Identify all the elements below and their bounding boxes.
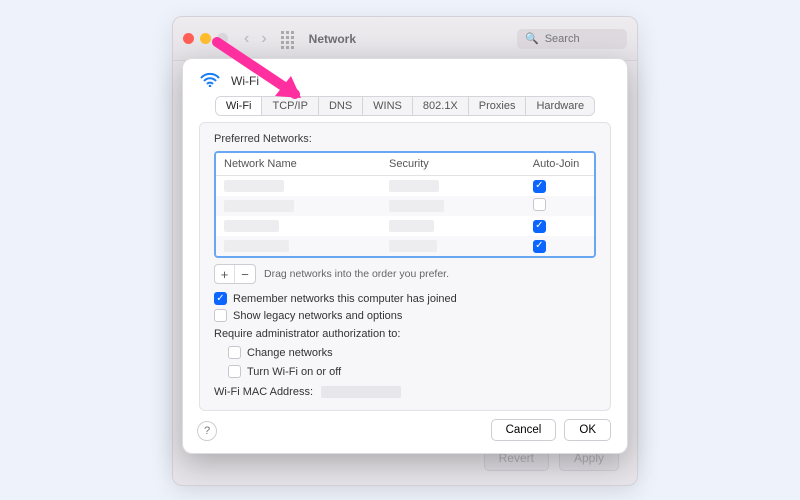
col-auto-join: Auto-Join <box>525 153 594 175</box>
tab-wins[interactable]: WINS <box>363 97 413 115</box>
autojoin-checkbox[interactable] <box>533 198 546 211</box>
table-row[interactable] <box>216 196 594 216</box>
add-remove-group: + − <box>214 264 256 284</box>
titlebar: ‹ › Network 🔍 <box>173 17 637 61</box>
ok-button[interactable]: OK <box>564 419 611 441</box>
help-button[interactable]: ? <box>197 421 217 441</box>
add-network-button[interactable]: + <box>215 265 235 283</box>
autojoin-checkbox[interactable] <box>533 220 546 233</box>
col-security: Security <box>381 153 525 175</box>
back-icon[interactable]: ‹ <box>244 31 249 47</box>
remember-networks-checkbox[interactable] <box>214 292 227 305</box>
search-input[interactable] <box>543 32 613 46</box>
table-row[interactable] <box>216 176 594 196</box>
preferred-networks-table[interactable]: Network Name Security Auto-Join <box>214 151 596 258</box>
table-row[interactable] <box>216 236 594 256</box>
wifi-icon <box>199 71 221 90</box>
remember-networks-label: Remember networks this computer has join… <box>233 293 457 305</box>
tab-dns[interactable]: DNS <box>319 97 363 115</box>
close-window[interactable] <box>183 33 194 44</box>
show-legacy-label: Show legacy networks and options <box>233 310 402 322</box>
tab-hardware[interactable]: Hardware <box>526 97 594 115</box>
tab-proxies[interactable]: Proxies <box>469 97 527 115</box>
wifi-pane: Preferred Networks: Network Name Securit… <box>199 122 611 411</box>
zoom-window[interactable] <box>217 33 228 44</box>
col-network-name: Network Name <box>216 153 381 175</box>
admin-toggle-wifi-label: Turn Wi-Fi on or off <box>247 366 341 378</box>
network-advanced-sheet: Wi-Fi Wi-Fi TCP/IP DNS WINS 802.1X Proxi… <box>182 58 628 454</box>
search-field[interactable]: 🔍 <box>517 29 627 49</box>
admin-change-networks-label: Change networks <box>247 347 333 359</box>
table-row[interactable] <box>216 216 594 236</box>
drag-hint: Drag networks into the order you prefer. <box>264 268 449 280</box>
mac-address-label: Wi-Fi MAC Address: <box>214 386 313 398</box>
admin-change-networks-checkbox[interactable] <box>228 346 241 359</box>
tab-wifi[interactable]: Wi-Fi <box>216 97 263 115</box>
nav-chevrons: ‹ › <box>244 31 267 47</box>
window-title: Network <box>309 32 356 46</box>
interface-name: Wi-Fi <box>231 74 259 88</box>
admin-toggle-wifi-checkbox[interactable] <box>228 365 241 378</box>
mac-address-value <box>321 386 401 398</box>
autojoin-checkbox[interactable] <box>533 180 546 193</box>
search-icon: 🔍 <box>525 32 539 45</box>
admin-auth-label: Require administrator authorization to: <box>214 328 400 340</box>
tab-tcpip[interactable]: TCP/IP <box>262 97 318 115</box>
show-all-icon[interactable] <box>281 31 297 47</box>
forward-icon[interactable]: › <box>261 31 266 47</box>
minimize-window[interactable] <box>200 33 211 44</box>
show-legacy-checkbox[interactable] <box>214 309 227 322</box>
preferred-networks-label: Preferred Networks: <box>214 133 596 145</box>
remove-network-button[interactable]: − <box>235 265 255 283</box>
tab-8021x[interactable]: 802.1X <box>413 97 469 115</box>
cancel-button[interactable]: Cancel <box>491 419 557 441</box>
tab-bar: Wi-Fi TCP/IP DNS WINS 802.1X Proxies Har… <box>199 96 611 116</box>
window-controls <box>183 33 228 44</box>
networks-body <box>216 176 594 256</box>
autojoin-checkbox[interactable] <box>533 240 546 253</box>
